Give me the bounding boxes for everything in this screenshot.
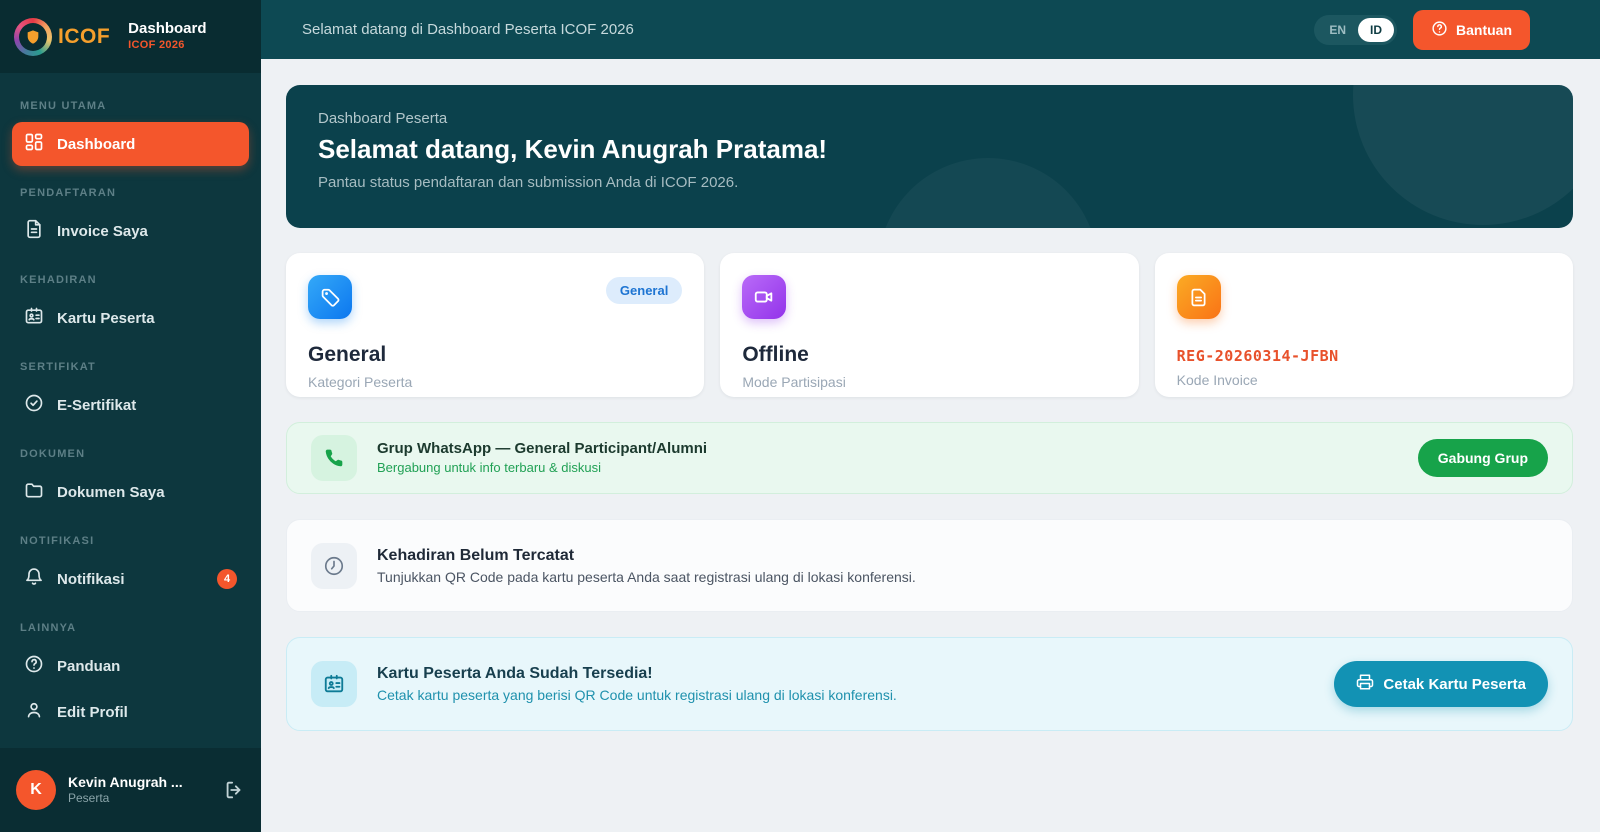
- whatsapp-banner-title: Grup WhatsApp — General Participant/Alum…: [377, 439, 708, 457]
- attendance-banner: Kehadiran Belum Tercatat Tunjukkan QR Co…: [286, 519, 1573, 612]
- attendance-banner-subtitle: Tunjukkan QR Code pada kartu peserta And…: [377, 568, 916, 585]
- topbar-title: Selamat datang di Dashboard Peserta ICOF…: [302, 21, 634, 38]
- invoice-code-card: REG-20260314-JFBN Kode Invoice: [1154, 253, 1573, 397]
- sidebar-item-label: Kartu Peserta: [57, 309, 155, 327]
- category-badge: General: [605, 277, 683, 304]
- sidebar-item-e-sertifikat[interactable]: E-Sertifikat: [12, 383, 249, 427]
- main-area: Selamat datang di Dashboard Peserta ICOF…: [261, 0, 1600, 832]
- app-title: Dashboard: [128, 20, 207, 38]
- whatsapp-banner-subtitle: Bergabung untuk info terbaru & diskusi: [377, 460, 602, 476]
- attendance-banner-text: Kehadiran Belum Tercatat Tunjukkan QR Co…: [377, 544, 916, 587]
- notification-count-badge: 4: [217, 569, 237, 589]
- help-icon: [24, 654, 44, 678]
- sidebar-header: ICOF Dashboard ICOF 2026: [0, 0, 261, 73]
- section-label-dokumen: DOKUMEN: [20, 448, 86, 460]
- user-meta: Kevin Anugrah ... Peserta: [68, 773, 183, 807]
- help-button-label: Bantuan: [1456, 21, 1512, 38]
- invoice-code-value: REG-20260314-JFBN: [1176, 347, 1339, 365]
- phone-icon: [311, 435, 357, 481]
- section-label-menu-utama: MENU UTAMA: [20, 100, 107, 112]
- participation-mode-label: Mode Partisipasi: [742, 374, 846, 390]
- bell-icon: [24, 567, 44, 591]
- stat-cards-row: General General Kategori Peserta Offline…: [286, 253, 1573, 397]
- sidebar-item-panduan[interactable]: Panduan: [12, 644, 249, 688]
- category-label: Kategori Peserta: [308, 374, 413, 390]
- language-option-en[interactable]: EN: [1317, 18, 1358, 42]
- sidebar-item-dokumen-saya[interactable]: Dokumen Saya: [12, 470, 249, 514]
- sidebar-item-notifikasi[interactable]: Notifikasi 4: [12, 557, 249, 601]
- category-card: General General Kategori Peserta: [286, 253, 705, 397]
- sidebar-item-dashboard[interactable]: Dashboard: [12, 122, 249, 166]
- category-value: General: [308, 343, 387, 366]
- logout-icon[interactable]: [223, 779, 245, 801]
- section-label-pendaftaran: PENDAFTARAN: [20, 187, 117, 199]
- badge-card-icon: [311, 661, 357, 707]
- clock-icon: [311, 542, 357, 589]
- sidebar-item-label: Dokumen Saya: [57, 483, 165, 501]
- card-ready-banner-text: Kartu Peserta Anda Sudah Tersedia! Cetak…: [377, 662, 897, 705]
- content: Dashboard Peserta Selamat datang, Kevin …: [261, 59, 1600, 832]
- brand-name: ICOF: [58, 24, 111, 48]
- sidebar-nav: MENU UTAMA Dashboard PENDAFTARAN Invoice…: [0, 73, 261, 748]
- participation-mode-card: Offline Mode Partisipasi: [720, 253, 1139, 397]
- sidebar: ICOF Dashboard ICOF 2026 MENU UTAMA Dash…: [0, 0, 261, 832]
- section-label-lainnya: LAINNYA: [20, 622, 77, 634]
- print-card-button-label: Cetak Kartu Peserta: [1383, 675, 1526, 693]
- video-icon: [742, 275, 787, 319]
- whatsapp-banner-text: Grup WhatsApp — General Participant/Alum…: [377, 438, 707, 479]
- join-group-button[interactable]: Gabung Grup: [1417, 439, 1548, 477]
- file-icon: [1176, 275, 1221, 319]
- printer-icon: [1356, 673, 1374, 695]
- attendance-banner-title: Kehadiran Belum Tercatat: [377, 546, 575, 564]
- card-ready-banner: Kartu Peserta Anda Sudah Tersedia! Cetak…: [286, 637, 1573, 731]
- icof-logo-emblem: [14, 17, 52, 56]
- welcome-subtitle: Pantau status pendaftaran dan submission…: [318, 174, 739, 191]
- card-ready-banner-title: Kartu Peserta Anda Sudah Tersedia!: [377, 665, 653, 683]
- sidebar-item-edit-profil[interactable]: Edit Profil: [12, 690, 249, 734]
- language-option-id[interactable]: ID: [1358, 17, 1394, 42]
- topbar: Selamat datang di Dashboard Peserta ICOF…: [261, 0, 1600, 59]
- section-label-kehadiran: KEHADIRAN: [20, 274, 97, 286]
- topbar-actions: EN ID Bantuan: [1314, 9, 1530, 50]
- sidebar-item-invoice-saya[interactable]: Invoice Saya: [12, 209, 249, 253]
- help-circle-icon: [1431, 20, 1448, 40]
- sidebar-item-label: Invoice Saya: [57, 222, 148, 240]
- help-button[interactable]: Bantuan: [1413, 9, 1530, 50]
- language-toggle[interactable]: EN ID: [1314, 14, 1397, 45]
- print-card-button[interactable]: Cetak Kartu Peserta: [1334, 661, 1548, 707]
- sidebar-item-label: Panduan: [57, 657, 121, 675]
- dashboard-icon: [24, 132, 44, 156]
- app-title-block: Dashboard ICOF 2026: [128, 20, 206, 53]
- welcome-eyebrow: Dashboard Peserta: [318, 110, 448, 127]
- sidebar-item-label: Edit Profil: [57, 703, 128, 721]
- section-label-notifikasi: NOTIFIKASI: [20, 535, 95, 547]
- sidebar-user-footer: K Kevin Anugrah ... Peserta: [0, 748, 261, 832]
- sidebar-item-label: E-Sertifikat: [57, 396, 137, 414]
- app-subtitle: ICOF 2026: [128, 39, 185, 51]
- id-card-icon: [24, 306, 44, 330]
- sidebar-item-label: Notifikasi: [57, 570, 125, 588]
- welcome-title: Selamat datang, Kevin Anugrah Pratama!: [318, 134, 828, 164]
- welcome-banner: Dashboard Peserta Selamat datang, Kevin …: [286, 85, 1573, 228]
- sidebar-item-kartu-peserta[interactable]: Kartu Peserta: [12, 296, 249, 340]
- sidebar-item-label: Dashboard: [57, 135, 136, 153]
- user-role: Peserta: [68, 791, 110, 806]
- avatar: K: [16, 770, 56, 810]
- folder-icon: [24, 480, 44, 504]
- participation-mode-value: Offline: [742, 343, 809, 366]
- certificate-icon: [24, 393, 44, 417]
- whatsapp-banner: Grup WhatsApp — General Participant/Alum…: [286, 422, 1573, 494]
- shield-icon: [14, 18, 52, 56]
- invoice-icon: [24, 219, 44, 243]
- section-label-sertifikat: SERTIFIKAT: [20, 361, 96, 373]
- user-icon: [24, 700, 44, 724]
- tag-icon: [308, 275, 352, 319]
- user-name: Kevin Anugrah ...: [68, 774, 183, 791]
- card-ready-banner-subtitle: Cetak kartu peserta yang berisi QR Code …: [377, 687, 897, 704]
- invoice-code-label: Kode Invoice: [1176, 372, 1258, 388]
